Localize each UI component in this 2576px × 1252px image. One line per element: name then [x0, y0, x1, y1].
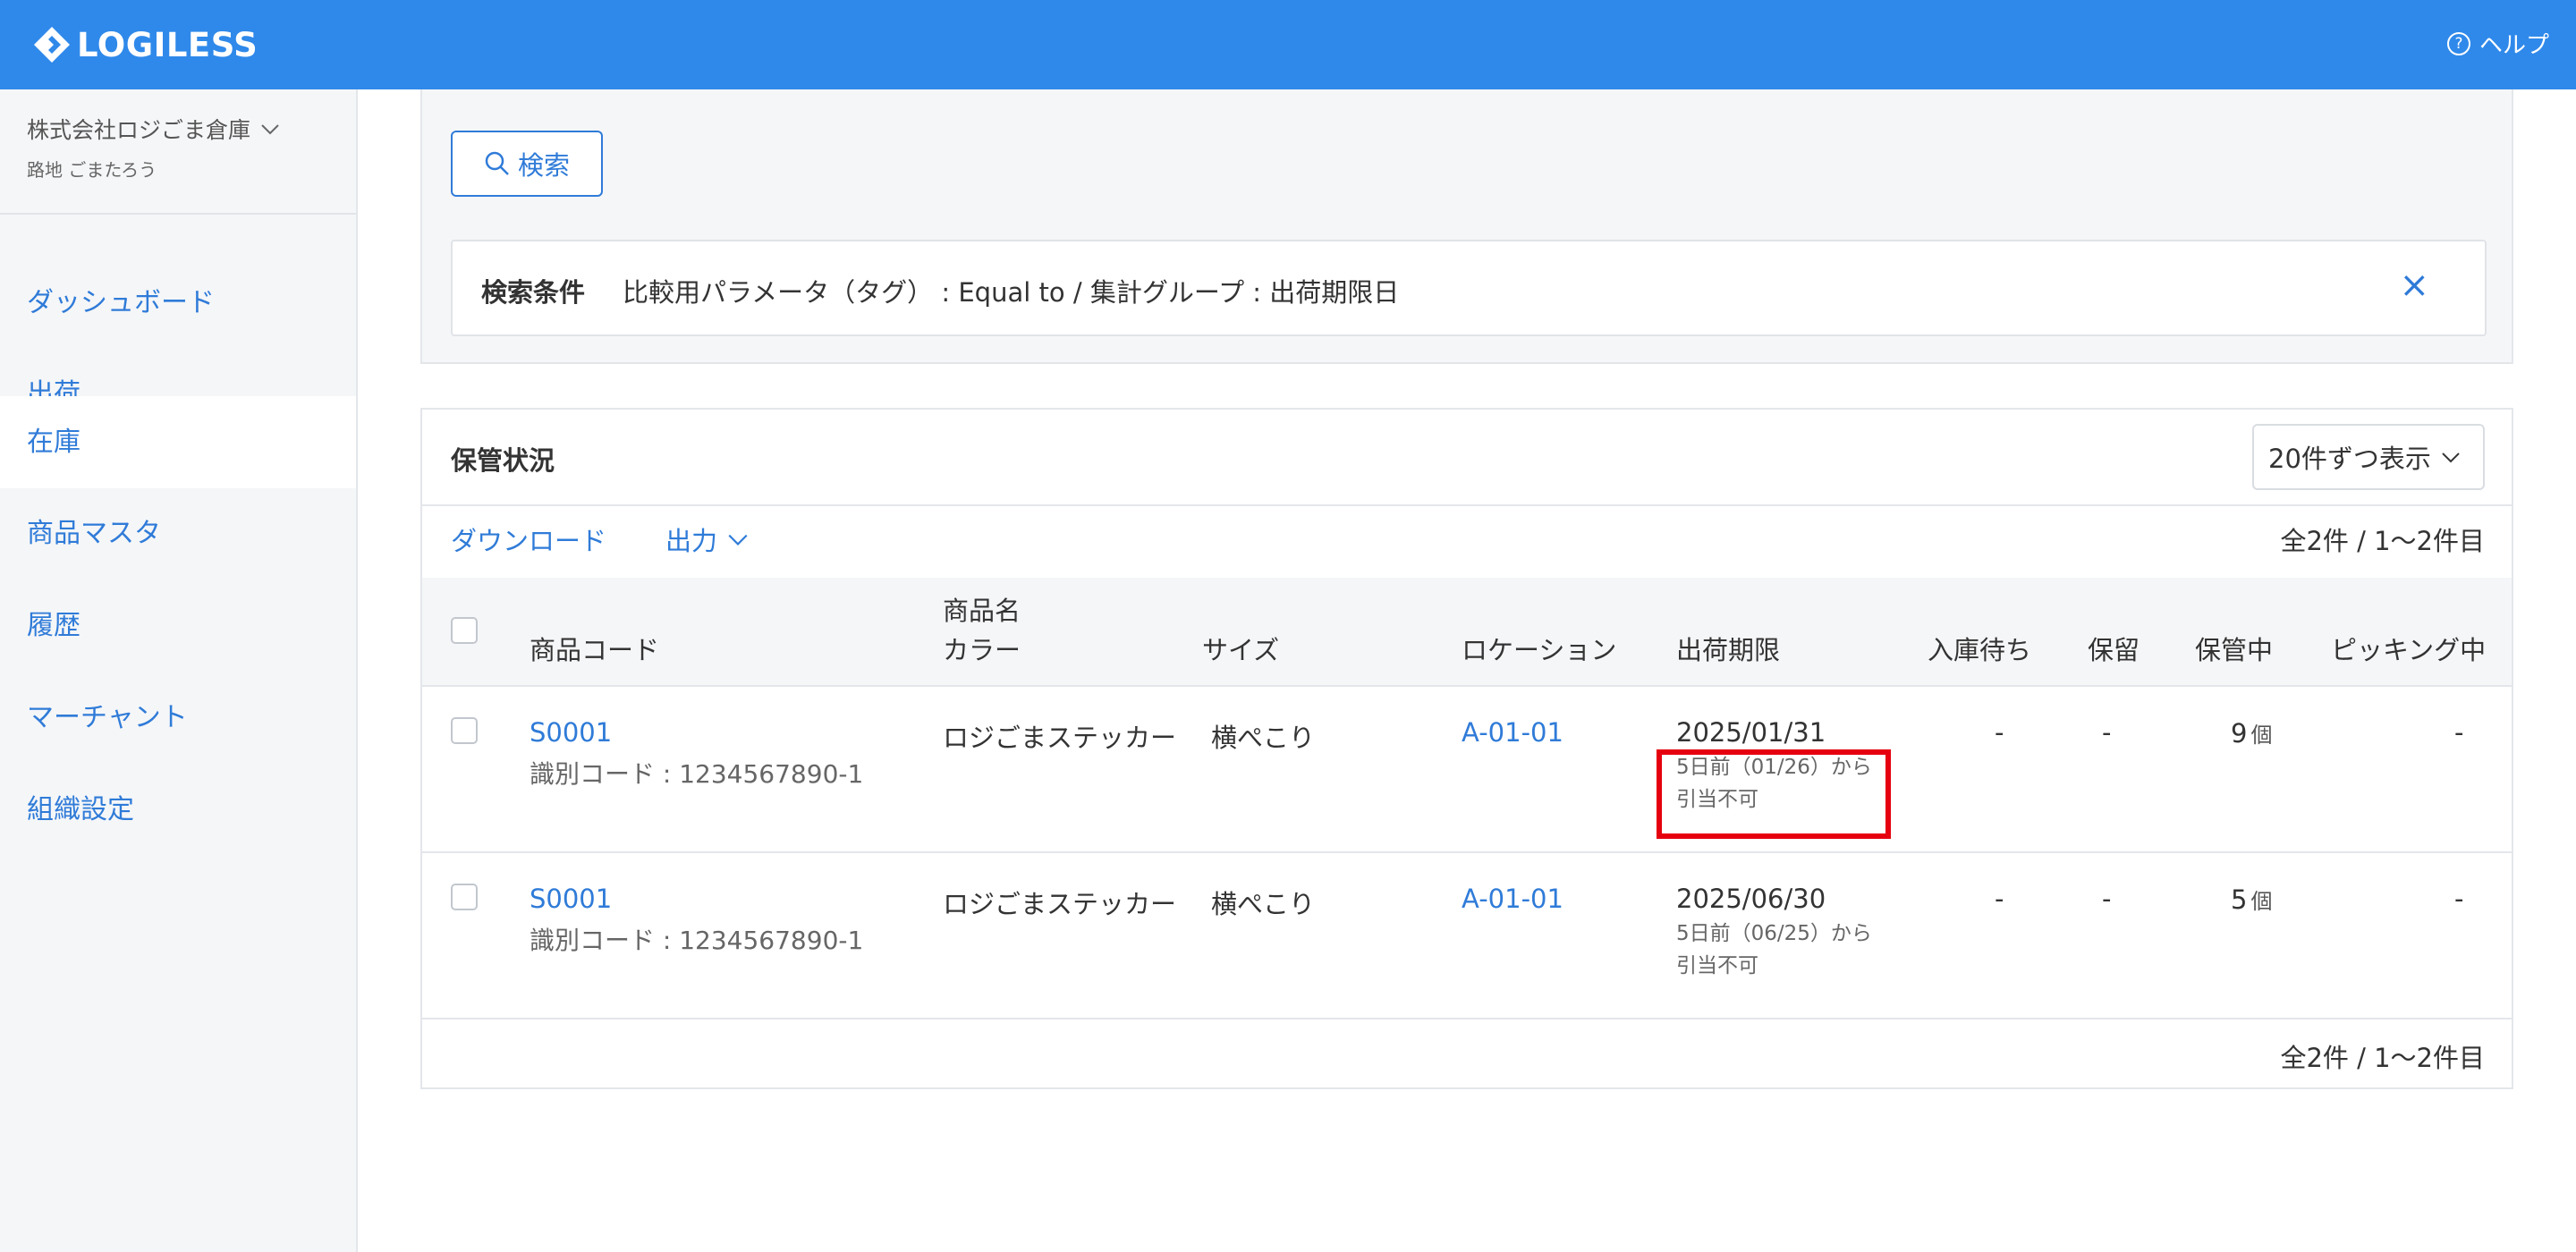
stored-qty: 9 — [2231, 718, 2248, 749]
org-name: 株式会社ロジごま倉庫 — [27, 117, 251, 143]
product-code-link[interactable]: S0001 — [530, 884, 863, 914]
download-link[interactable]: ダウンロード — [451, 520, 606, 558]
header-location: ロケーション — [1462, 635, 1617, 665]
header-color: カラー — [943, 635, 1021, 665]
result-count-top: 全2件 / 1〜2件目 — [2280, 526, 2485, 556]
search-button[interactable]: 検索 — [451, 131, 603, 197]
conditions-label: 検索条件 — [481, 277, 586, 308]
logo[interactable]: LOGILESS — [32, 23, 258, 66]
stored-unit: 個 — [2250, 889, 2273, 914]
header-hold: 保留 — [2088, 635, 2140, 665]
app-header: LOGILESS ? ヘルプ — [0, 0, 2576, 89]
logo-text: LOGILESS — [77, 25, 258, 64]
per-page-select[interactable]: 20件ずつ表示 — [2252, 424, 2485, 490]
product-size: 横ぺこり — [1211, 889, 1316, 919]
header-incoming: 入庫待ち — [1928, 635, 2032, 665]
identifier-code: 識別コード : 1234567890-1 — [530, 759, 864, 789]
header-name: 商品名 — [943, 596, 1021, 626]
divider — [422, 504, 2512, 506]
chevron-down-icon — [2442, 453, 2460, 463]
panel-title: 保管状況 — [451, 445, 555, 476]
hold-qty: - — [2102, 884, 2112, 914]
deadline-note: 5日前（01/26）から — [1676, 756, 1872, 779]
incoming-qty: - — [1995, 717, 2004, 748]
deadline-note: 5日前（06/25）から — [1676, 922, 1872, 945]
header-deadline: 出荷期限 — [1676, 635, 1781, 665]
product-size: 横ぺこり — [1211, 723, 1316, 753]
sidebar-item-dashboard[interactable]: ダッシュボード — [0, 258, 356, 349]
table-header: 商品コード 商品名 カラー サイズ ロケーション 出荷期限 入庫待ち 保留 保管… — [422, 578, 2512, 687]
sidebar-divider — [0, 213, 356, 215]
row-checkbox[interactable] — [451, 717, 478, 744]
deadline-note-status: 引当不可 — [1676, 788, 1758, 811]
picking-qty: - — [2454, 884, 2464, 914]
shipping-deadline: 2025/01/31 — [1676, 717, 1826, 748]
location-link[interactable]: A-01-01 — [1462, 717, 1563, 748]
org-switcher[interactable]: 株式会社ロジごま倉庫 路地 ごまたろう — [27, 113, 281, 182]
row-checkbox[interactable] — [451, 884, 478, 910]
export-dropdown[interactable]: 出力 — [665, 520, 750, 558]
header-size: サイズ — [1202, 635, 1280, 665]
product-name: ロジごまステッカー — [943, 723, 1177, 753]
result-count-bottom: 全2件 / 1〜2件目 — [2280, 1043, 2485, 1073]
help-link[interactable]: ? ヘルプ — [2446, 27, 2549, 60]
sidebar-item-merchant[interactable]: マーチャント — [0, 673, 356, 764]
product-code-link[interactable]: S0001 — [530, 717, 863, 748]
sidebar-item-inventory[interactable]: 在庫 — [0, 396, 356, 488]
location-link[interactable]: A-01-01 — [1462, 884, 1563, 914]
select-all-checkbox[interactable] — [451, 617, 478, 644]
logo-icon — [34, 27, 70, 63]
sidebar-item-history[interactable]: 履歴 — [0, 580, 356, 672]
table-row: S0001 識別コード : 1234567890-1 ロジごまステッカー 横ぺこ… — [422, 853, 2512, 1019]
header-picking: ピッキング中 — [2331, 635, 2487, 665]
storage-status-panel: 保管状況 20件ずつ表示 ダウンロード 出力 全2件 / 1〜2件目 商品コード… — [420, 408, 2513, 1089]
deadline-note-status: 引当不可 — [1676, 954, 1758, 977]
help-label: ヘルプ — [2479, 32, 2549, 59]
incoming-qty: - — [1995, 884, 2004, 914]
shipping-deadline: 2025/06/30 — [1676, 884, 1826, 914]
clear-conditions-icon[interactable]: × — [2399, 265, 2429, 306]
stored-unit: 個 — [2250, 723, 2273, 748]
picking-qty: - — [2454, 717, 2464, 748]
export-label: 出力 — [665, 526, 718, 556]
sidebar-item-products[interactable]: 商品マスタ — [0, 488, 356, 579]
chevron-down-icon — [261, 124, 279, 135]
search-icon — [485, 151, 509, 175]
per-page-value: 20件ずつ表示 — [2268, 444, 2431, 474]
stored-qty: 5 — [2231, 884, 2248, 915]
search-button-label: 検索 — [517, 150, 570, 181]
identifier-code: 識別コード : 1234567890-1 — [530, 926, 864, 955]
search-panel: 検索 検索条件 比較用パラメータ（タグ） : Equal to / 集計グループ… — [420, 89, 2513, 364]
help-icon: ? — [2446, 31, 2470, 55]
hold-qty: - — [2102, 717, 2112, 748]
search-conditions: 検索条件 比較用パラメータ（タグ） : Equal to / 集計グループ : … — [451, 240, 2487, 336]
chevron-down-icon — [728, 534, 748, 546]
sidebar-item-org-settings[interactable]: 組織設定 — [0, 765, 356, 856]
conditions-text: 比較用パラメータ（タグ） : Equal to / 集計グループ : 出荷期限日 — [623, 277, 1400, 308]
product-name: ロジごまステッカー — [943, 889, 1177, 919]
user-name: 路地 ごまたろう — [27, 159, 157, 181]
sidebar: 株式会社ロジごま倉庫 路地 ごまたろう ダッシュボード 出荷 在庫 商品マスタ … — [0, 89, 358, 1252]
header-stored: 保管中 — [2195, 635, 2274, 665]
table-row: S0001 識別コード : 1234567890-1 ロジごまステッカー 横ぺこ… — [422, 687, 2512, 853]
header-code: 商品コード — [530, 635, 660, 665]
